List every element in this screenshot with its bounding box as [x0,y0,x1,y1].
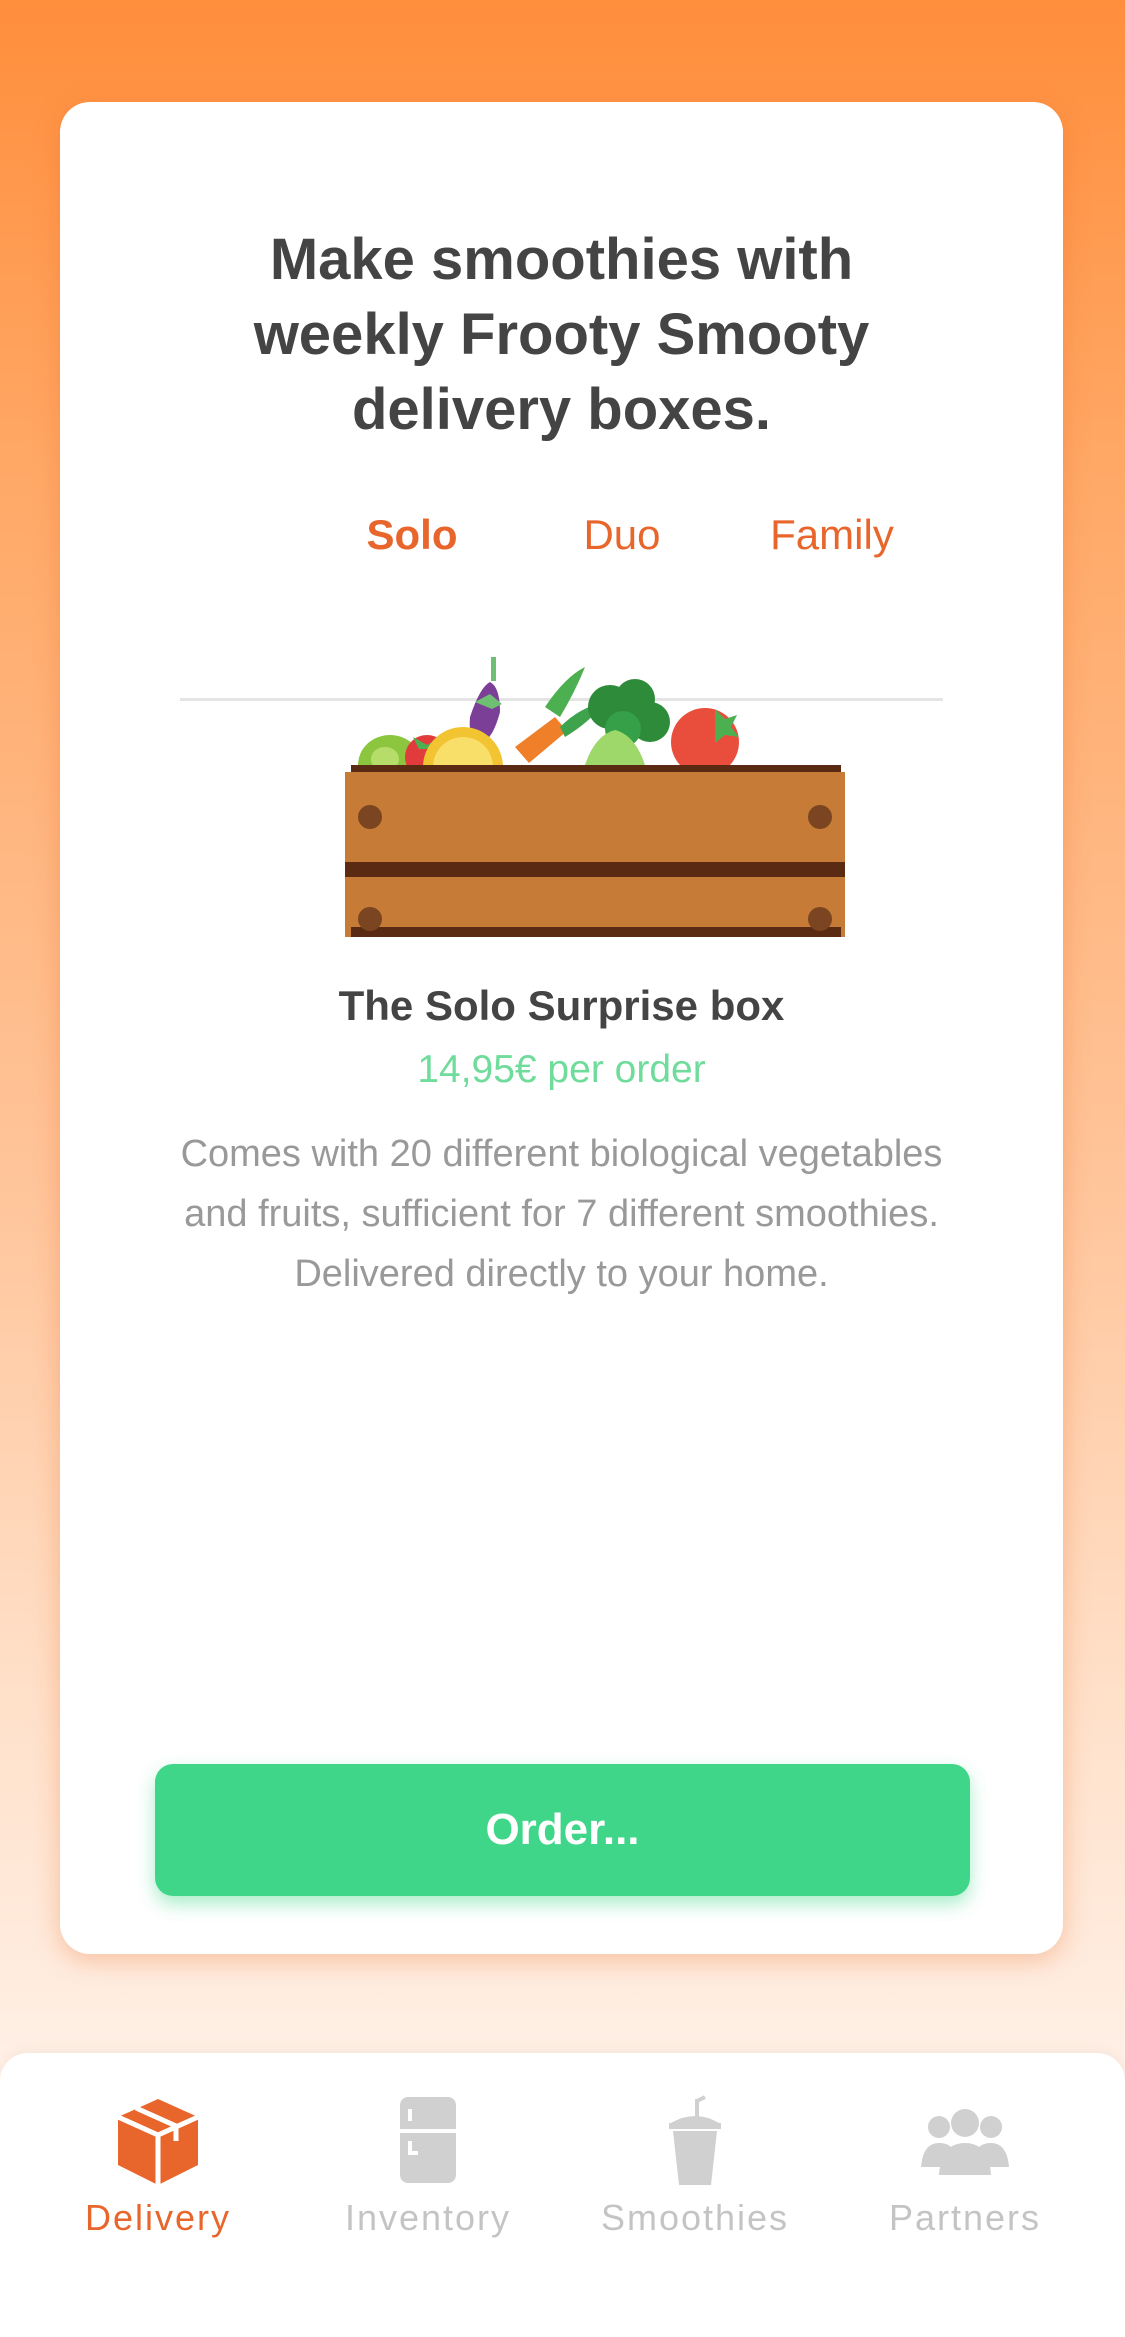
fruit-vegetable-crate-illustration [345,657,845,937]
page-headline: Make smoothies with weekly Frooty Smooty… [253,227,870,442]
tab-family[interactable]: Family [732,500,932,570]
tab-delivery[interactable]: Delivery [28,2093,288,2293]
smoothie-cup-icon [669,2095,721,2185]
people-icon [921,2109,1009,2175]
tab-partners-label: Partners [888,2197,1042,2238]
bottom-tab-bar: Delivery Inventory Smoothies Partners [0,2053,1125,2337]
tab-duo[interactable]: Duo [522,500,722,570]
tab-inventory[interactable]: Inventory [298,2093,558,2293]
fridge-icon [400,2097,456,2183]
delivery-card: Make smoothies with weekly Frooty Smooty… [60,102,1063,1954]
box-icon [116,2099,200,2185]
box-price: 14,95€ per order [417,1048,706,1091]
tab-solo[interactable]: Solo [312,500,512,570]
tab-inventory-label: Inventory [344,2197,512,2238]
tab-smoothies-label: Smoothies [600,2197,790,2238]
box-description: Comes with 20 different biological veget… [180,1133,943,1295]
tab-smoothies[interactable]: Smoothies [565,2093,825,2293]
tab-delivery-label: Delivery [84,2197,232,2238]
order-button[interactable]: Order... [155,1764,970,1896]
tab-partners[interactable]: Partners [835,2093,1095,2293]
box-title: The Solo Surprise box [338,982,785,1029]
